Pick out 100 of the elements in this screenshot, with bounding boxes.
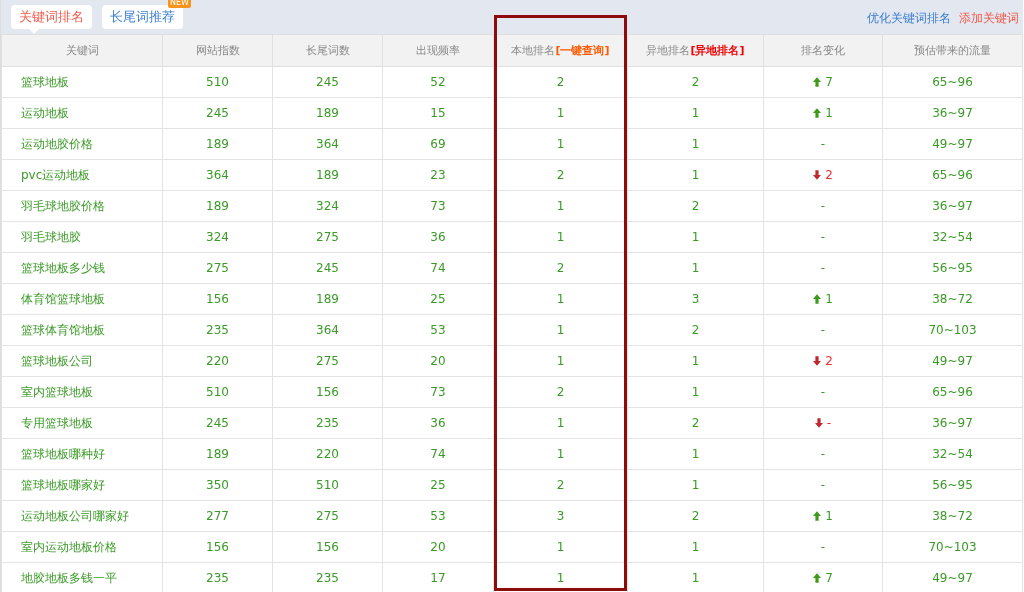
rank-change: 1 bbox=[825, 508, 833, 523]
keyword-cell: 运动地板 bbox=[1, 97, 163, 129]
table-cell: 20 bbox=[382, 345, 494, 377]
rank-change: 7 bbox=[825, 74, 833, 89]
new-badge: NEW bbox=[168, 0, 191, 8]
rank-change: 7 bbox=[825, 570, 833, 585]
column-header: 出现频率 bbox=[382, 34, 494, 67]
table-cell: 70~103 bbox=[882, 314, 1023, 346]
rank-change: 2 bbox=[825, 167, 833, 182]
keyword-cell: 篮球地板 bbox=[1, 66, 163, 98]
table-cell: 49~97 bbox=[882, 345, 1023, 377]
table-cell: 275 bbox=[162, 252, 273, 284]
tab[interactable]: 关键词排名 bbox=[11, 5, 92, 29]
keyword-cell: 地胶地板多钱一平 bbox=[1, 562, 163, 592]
table-cell: 275 bbox=[272, 221, 383, 253]
table-cell: 73 bbox=[382, 190, 494, 222]
table-cell: 53 bbox=[382, 500, 494, 532]
keyword-cell: 专用篮球地板 bbox=[1, 407, 163, 439]
keyword-cell: 篮球地板哪家好 bbox=[1, 469, 163, 501]
table-cell: 70~103 bbox=[882, 531, 1023, 563]
table-cell: 275 bbox=[272, 345, 383, 377]
table-cell: 510 bbox=[162, 376, 273, 408]
table-cell: 32~54 bbox=[882, 221, 1023, 253]
keyword-cell: 室内篮球地板 bbox=[1, 376, 163, 408]
table-cell: 277 bbox=[162, 500, 273, 532]
table-cell: 38~72 bbox=[882, 500, 1023, 532]
rank-change: - bbox=[820, 385, 826, 399]
table-cell: 3 bbox=[627, 283, 764, 315]
keyword-cell: 篮球地板多少钱 bbox=[1, 252, 163, 284]
table-cell: 1 bbox=[627, 469, 764, 501]
table-cell: 245 bbox=[272, 66, 383, 98]
table-cell: 65~96 bbox=[882, 66, 1023, 98]
table-cell: 38~72 bbox=[882, 283, 1023, 315]
table-cell: 364 bbox=[272, 128, 383, 160]
rank-change: - bbox=[820, 199, 826, 213]
table-cell: 245 bbox=[272, 252, 383, 284]
table-cell: 25 bbox=[382, 283, 494, 315]
rank-change: 1 bbox=[825, 291, 833, 306]
table-cell: 2 bbox=[627, 190, 764, 222]
tab[interactable]: 长尾词推荐 bbox=[102, 5, 183, 29]
rank-change: - bbox=[820, 323, 826, 337]
table-cell: 2 bbox=[627, 314, 764, 346]
table-cell: 156 bbox=[162, 283, 273, 315]
rank-change: - bbox=[820, 137, 826, 151]
table-cell: 2 bbox=[627, 407, 764, 439]
table-cell: 36~97 bbox=[882, 407, 1023, 439]
table-cell: 364 bbox=[162, 159, 273, 191]
table-cell: 189 bbox=[272, 97, 383, 129]
table-cell: 220 bbox=[272, 438, 383, 470]
table-cell: 324 bbox=[162, 221, 273, 253]
table-cell: 23 bbox=[382, 159, 494, 191]
up-arrow-icon bbox=[813, 293, 822, 304]
column-header: 本地排名 bbox=[511, 44, 556, 57]
table-cell: 1 bbox=[627, 159, 764, 191]
keyword-cell: 运动地板公司哪家好 bbox=[1, 500, 163, 532]
table-cell: 235 bbox=[162, 314, 273, 346]
table-cell: 364 bbox=[272, 314, 383, 346]
table-cell: 56~95 bbox=[882, 469, 1023, 501]
column-header: 异地排名 bbox=[646, 44, 691, 57]
column-header: 长尾词数 bbox=[272, 34, 383, 67]
table-cell: 1 bbox=[627, 128, 764, 160]
header-link[interactable]: [异地排名] bbox=[690, 44, 745, 57]
table-cell: 245 bbox=[162, 97, 273, 129]
table-cell: 36~97 bbox=[882, 97, 1023, 129]
rank-change: - bbox=[820, 478, 826, 492]
table-cell: 1 bbox=[627, 97, 764, 129]
link[interactable]: 添加关键词 bbox=[959, 9, 1019, 27]
table-cell: 189 bbox=[162, 190, 273, 222]
down-arrow-icon bbox=[813, 355, 822, 366]
table-cell: 32~54 bbox=[882, 438, 1023, 470]
link[interactable]: 优化关键词排名 bbox=[867, 9, 951, 27]
table-cell: 1 bbox=[627, 376, 764, 408]
table-cell: 36 bbox=[382, 221, 494, 253]
table-cell: 350 bbox=[162, 469, 273, 501]
table-cell: 189 bbox=[272, 159, 383, 191]
table-cell: 245 bbox=[162, 407, 273, 439]
table-cell: 65~96 bbox=[882, 376, 1023, 408]
table-cell: 1 bbox=[627, 531, 764, 563]
table-cell: 275 bbox=[272, 500, 383, 532]
table-cell: 74 bbox=[382, 438, 494, 470]
table-cell: 36~97 bbox=[882, 190, 1023, 222]
table-cell: 189 bbox=[162, 438, 273, 470]
table-cell: 1 bbox=[627, 345, 764, 377]
rank-change: - bbox=[820, 540, 826, 554]
rank-change: 2 bbox=[825, 353, 833, 368]
rank-change: 1 bbox=[825, 105, 833, 120]
keyword-cell: 体育馆篮球地板 bbox=[1, 283, 163, 315]
keyword-cell: 羽毛球地胶 bbox=[1, 221, 163, 253]
header-link[interactable]: [一键查询] bbox=[555, 44, 610, 57]
table-cell: 220 bbox=[162, 345, 273, 377]
table-cell: 156 bbox=[272, 531, 383, 563]
table-cell: 1 bbox=[627, 438, 764, 470]
table-cell: 20 bbox=[382, 531, 494, 563]
up-arrow-icon bbox=[813, 76, 822, 87]
rank-change: - bbox=[820, 447, 826, 461]
table-cell: 324 bbox=[272, 190, 383, 222]
keyword-cell: 羽毛球地胶价格 bbox=[1, 190, 163, 222]
table-cell: 74 bbox=[382, 252, 494, 284]
keyword-cell: 篮球体育馆地板 bbox=[1, 314, 163, 346]
table-cell: 2 bbox=[627, 66, 764, 98]
